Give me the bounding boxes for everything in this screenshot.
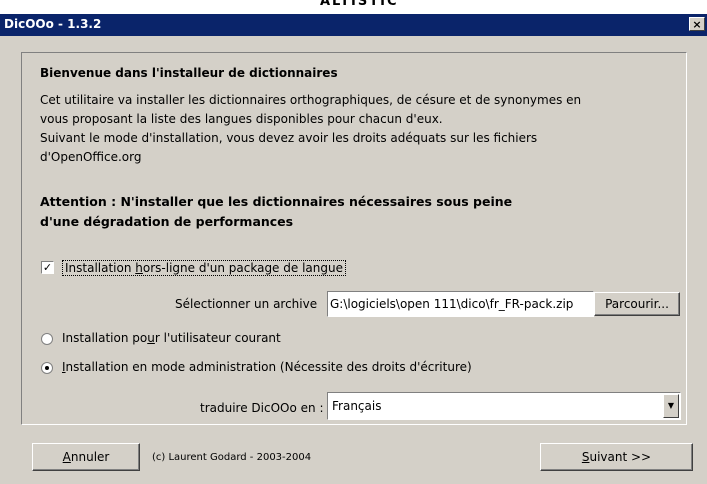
install-admin-label[interactable]: Installation en mode administration (Néc… xyxy=(62,360,472,374)
close-icon: × xyxy=(692,18,702,31)
background-window-text: ALTISTIC xyxy=(320,0,399,9)
radio-label-mnemonic: u xyxy=(147,331,155,345)
description-line: d'OpenOffice.org xyxy=(40,150,142,164)
select-archive-label: Sélectionner un archive xyxy=(175,297,318,311)
next-label: uivant >> xyxy=(589,450,652,464)
radio-label-part: r l'utilisateur courant xyxy=(154,331,281,345)
welcome-heading: Bienvenue dans l'installeur de dictionna… xyxy=(40,66,338,80)
install-admin-radio[interactable] xyxy=(41,362,53,374)
install-current-user-radio[interactable] xyxy=(41,333,53,345)
radio-label-part: nstallation en mode administration (Néce… xyxy=(65,360,472,374)
language-select[interactable]: Français ▼ xyxy=(327,392,681,420)
cancel-button[interactable]: Annuler xyxy=(32,443,140,471)
offline-label-part: Installation xyxy=(65,261,136,275)
background-window-strip: ALTISTIC xyxy=(0,0,707,14)
warning-line: Attention : N'installer que les dictionn… xyxy=(40,194,513,209)
language-label: traduire DicOOo en : xyxy=(200,401,324,415)
dropdown-arrow-icon[interactable]: ▼ xyxy=(663,394,679,418)
archive-path-field[interactable]: G:\logiciels\open 111\dico\fr_FR-pack.zi… xyxy=(327,291,594,317)
install-current-user-label[interactable]: Installation pour l'utilisateur courant xyxy=(62,331,281,345)
title-bar[interactable]: DicOOo - 1.3.2 × xyxy=(0,14,707,36)
close-button[interactable]: × xyxy=(689,17,705,31)
description-line: Cet utilitaire va installer les dictionn… xyxy=(40,93,582,107)
language-selected-value: Français xyxy=(332,399,382,413)
browse-button[interactable]: Parcourir... xyxy=(594,292,680,316)
description-line: Suivant le mode d'installation, vous dev… xyxy=(40,131,538,145)
description-line: vous proposant la liste des langues disp… xyxy=(40,112,443,126)
checkmark-icon: ✓ xyxy=(42,261,53,274)
offline-install-checkbox[interactable]: ✓ xyxy=(41,261,54,274)
window-title: DicOOo - 1.3.2 xyxy=(4,17,102,31)
warning-line: d'une dégradation de performances xyxy=(40,214,294,229)
offline-label-part: ors-ligne d'un package de langue xyxy=(142,261,343,275)
next-button[interactable]: Suivant >> xyxy=(540,443,693,471)
offline-label-mnemonic: h xyxy=(135,261,143,275)
performance-warning: Attention : N'installer que les dictionn… xyxy=(40,192,512,232)
offline-install-label[interactable]: Installation hors-ligne d'un package de … xyxy=(62,260,346,276)
radio-selected-dot xyxy=(45,366,49,370)
description-text: Cet utilitaire va installer les dictionn… xyxy=(40,91,581,167)
cancel-mnemonic: A xyxy=(62,450,71,464)
copyright-text: (c) Laurent Godard - 2003-2004 xyxy=(152,452,312,463)
radio-label-part: Installation po xyxy=(62,331,148,345)
cancel-label: nnuler xyxy=(70,450,110,464)
